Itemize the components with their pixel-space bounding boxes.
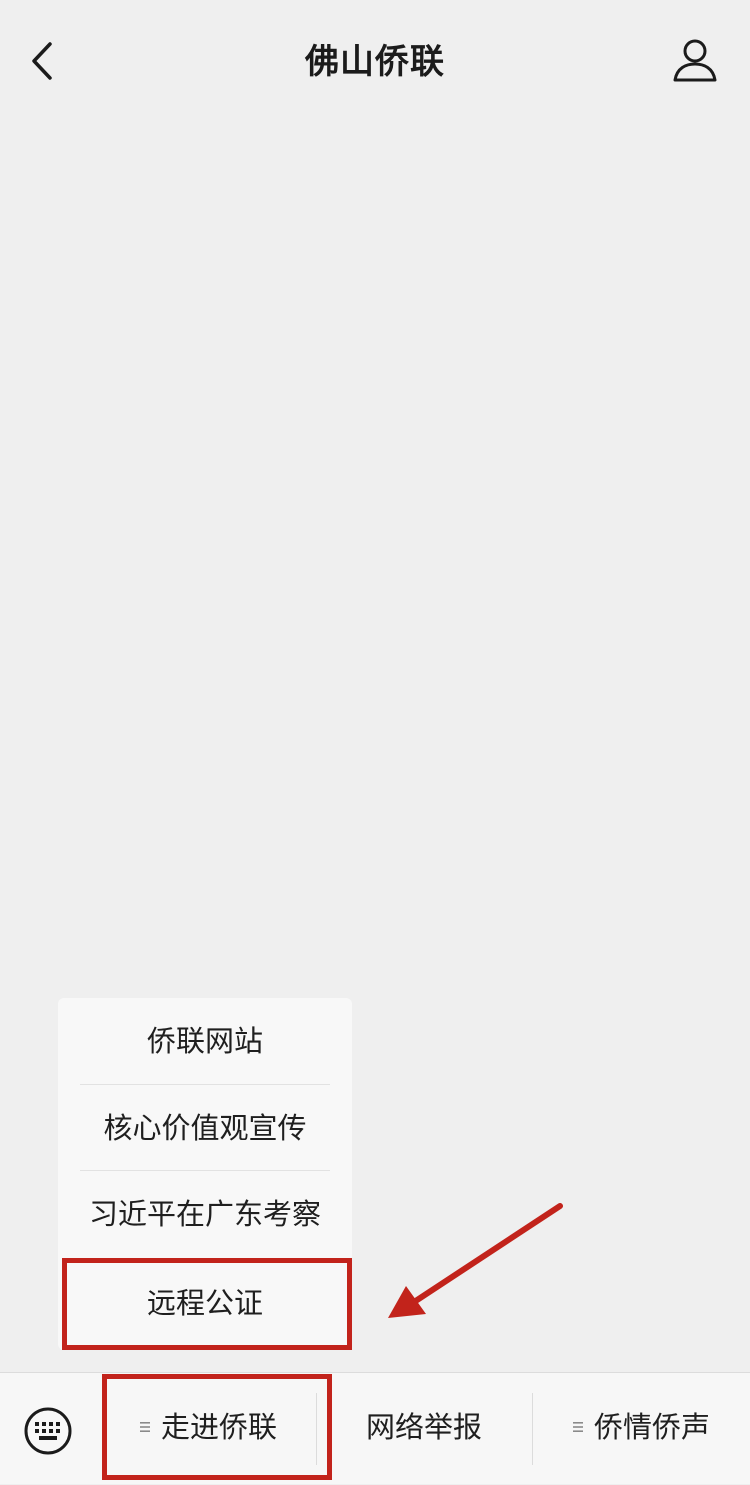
bottom-menu-bar: 走进侨联 网络举报 侨情侨声 — [0, 1372, 750, 1484]
submenu-item-label: 远程公证 — [146, 1286, 263, 1320]
person-icon — [673, 39, 717, 82]
submenu-item-label: 侨联网站 — [146, 1024, 263, 1058]
tab-label: 侨情侨声 — [593, 1410, 710, 1444]
keyboard-icon — [24, 1407, 72, 1455]
submenu-item-core-values[interactable]: 核心价值观宣传 — [58, 1085, 352, 1171]
submenu-item-remote-notary[interactable]: 远程公证 — [58, 1260, 352, 1346]
page-title: 佛山侨联 — [305, 42, 445, 82]
submenu-item-label: 习近平在广东考察 — [88, 1197, 321, 1231]
submenu-item-label: 核心价值观宣传 — [103, 1111, 307, 1145]
submenu-popup: 侨联网站 核心价值观宣传 习近平在广东考察 远程公证 — [58, 998, 352, 1350]
tab-about-federation[interactable]: 走进侨联 — [100, 1373, 316, 1485]
tab-label: 走进侨联 — [160, 1410, 277, 1444]
keyboard-toggle-button[interactable] — [22, 1405, 74, 1457]
menu-lines-icon — [139, 1422, 150, 1432]
top-navigation-bar: 佛山侨联 — [0, 0, 750, 124]
submenu-item-inspection[interactable]: 习近平在广东考察 — [58, 1171, 352, 1257]
menu-lines-icon — [572, 1422, 583, 1432]
submenu-item-website[interactable]: 侨联网站 — [58, 998, 352, 1084]
red-arrow-annotation — [388, 1203, 563, 1318]
tab-overseas-voice[interactable]: 侨情侨声 — [532, 1373, 750, 1485]
tab-label: 网络举报 — [365, 1410, 482, 1444]
profile-button[interactable] — [668, 36, 722, 86]
tab-online-report[interactable]: 网络举报 — [316, 1373, 532, 1485]
